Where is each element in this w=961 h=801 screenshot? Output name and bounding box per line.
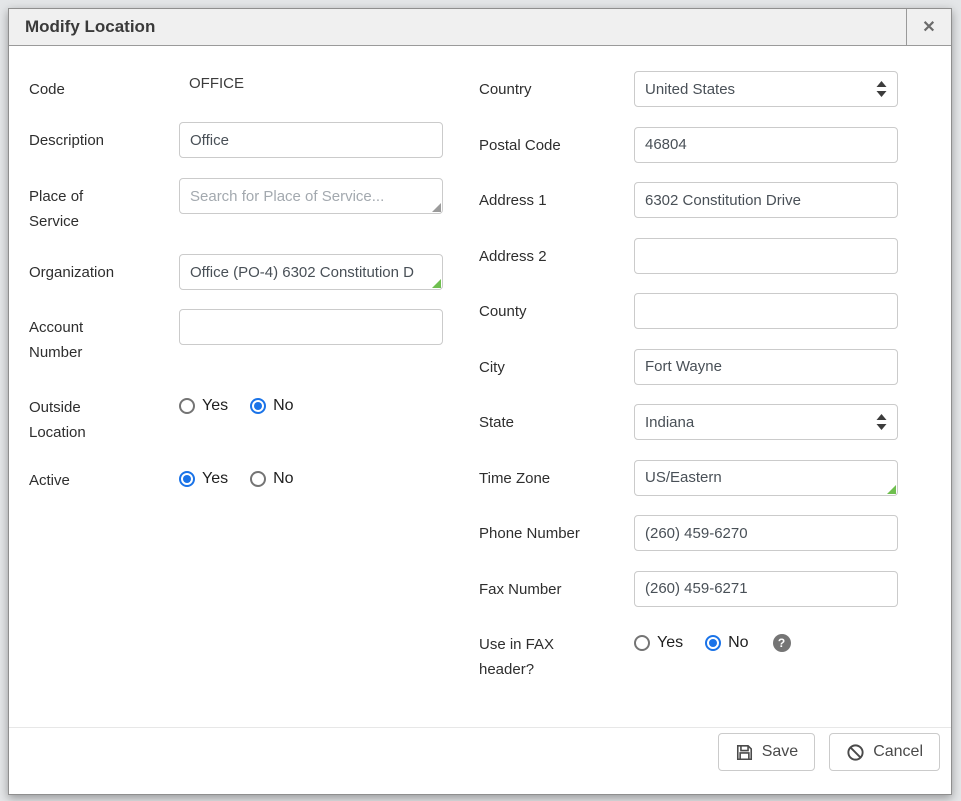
dialog-footer: Save Cancel	[9, 727, 951, 794]
radio-icon	[250, 398, 266, 414]
city-label: City	[479, 349, 634, 380]
use-in-fax-header-radio-group: Yes No ?	[634, 626, 898, 652]
postal-code-label: Postal Code	[479, 127, 634, 158]
save-button[interactable]: Save	[718, 733, 815, 771]
active-label: Active	[29, 462, 179, 493]
description-label: Description	[29, 122, 179, 153]
fax-number-input[interactable]	[634, 571, 898, 607]
outside-location-label: Outside Location	[29, 389, 179, 445]
description-input[interactable]	[179, 122, 443, 158]
county-input[interactable]	[634, 293, 898, 329]
organization-typeahead	[179, 254, 443, 290]
field-city: City	[479, 349, 929, 385]
address2-label: Address 2	[479, 238, 634, 269]
organization-label: Organization	[29, 254, 179, 285]
right-column: Country United States Postal Code Addres…	[479, 71, 929, 727]
outside-location-no-radio[interactable]: No	[250, 397, 293, 415]
radio-label: No	[728, 634, 748, 652]
radio-icon	[179, 471, 195, 487]
country-label: Country	[479, 71, 634, 102]
radio-label: Yes	[202, 470, 228, 488]
address1-input[interactable]	[634, 182, 898, 218]
field-state: State Indiana	[479, 404, 929, 440]
code-value: OFFICE	[179, 71, 443, 92]
outside-location-radio-group: Yes No	[179, 389, 443, 415]
field-country: Country United States	[479, 71, 929, 107]
updown-caret-icon	[876, 414, 887, 430]
radio-icon	[634, 635, 650, 651]
close-icon: ✕	[922, 17, 935, 37]
field-organization: Organization	[29, 254, 479, 290]
time-zone-label: Time Zone	[479, 460, 634, 491]
field-time-zone: Time Zone	[479, 460, 929, 496]
radio-icon	[250, 471, 266, 487]
field-fax-number: Fax Number	[479, 571, 929, 607]
account-number-input[interactable]	[179, 309, 443, 345]
radio-icon	[179, 398, 195, 414]
field-county: County	[479, 293, 929, 329]
active-no-radio[interactable]: No	[250, 470, 293, 488]
ban-icon	[846, 743, 865, 762]
field-account-number: Account Number	[29, 309, 479, 365]
country-selected-value: United States	[645, 81, 876, 98]
save-button-label: Save	[762, 743, 798, 761]
dialog-header: Modify Location ✕	[9, 9, 951, 46]
phone-number-input[interactable]	[634, 515, 898, 551]
left-column: Code OFFICE Description Place of Service…	[29, 71, 479, 727]
help-icon[interactable]: ?	[773, 634, 791, 652]
time-zone-input[interactable]	[634, 460, 898, 496]
use-in-fax-header-yes-radio[interactable]: Yes	[634, 634, 683, 652]
field-outside-location: Outside Location Yes No	[29, 389, 479, 445]
address2-input[interactable]	[634, 238, 898, 274]
cancel-button-label: Cancel	[873, 743, 923, 761]
active-radio-group: Yes No	[179, 462, 443, 488]
save-icon	[735, 743, 754, 762]
place-of-service-label: Place of Service	[29, 178, 179, 234]
radio-label: No	[273, 470, 293, 488]
dialog-title: Modify Location	[9, 17, 155, 37]
state-label: State	[479, 404, 634, 435]
active-yes-radio[interactable]: Yes	[179, 470, 228, 488]
modify-location-dialog: Modify Location ✕ Code OFFICE Descriptio…	[8, 8, 952, 795]
phone-number-label: Phone Number	[479, 515, 634, 546]
field-code: Code OFFICE	[29, 71, 479, 102]
account-number-label: Account Number	[29, 309, 179, 365]
organization-input[interactable]	[179, 254, 443, 290]
state-select[interactable]: Indiana	[634, 404, 898, 440]
field-place-of-service: Place of Service	[29, 178, 479, 234]
radio-label: Yes	[657, 634, 683, 652]
outside-location-yes-radio[interactable]: Yes	[179, 397, 228, 415]
county-label: County	[479, 293, 634, 324]
field-active: Active Yes No	[29, 462, 479, 493]
field-address1: Address 1	[479, 182, 929, 218]
fax-number-label: Fax Number	[479, 571, 634, 602]
cancel-button[interactable]: Cancel	[829, 733, 940, 771]
field-description: Description	[29, 122, 479, 158]
place-of-service-typeahead	[179, 178, 443, 214]
radio-label: No	[273, 397, 293, 415]
address1-label: Address 1	[479, 182, 634, 213]
time-zone-typeahead	[634, 460, 898, 496]
state-selected-value: Indiana	[645, 414, 876, 431]
code-label: Code	[29, 71, 179, 102]
close-button[interactable]: ✕	[906, 9, 951, 45]
updown-caret-icon	[876, 81, 887, 97]
place-of-service-input[interactable]	[179, 178, 443, 214]
field-postal-code: Postal Code	[479, 127, 929, 163]
field-address2: Address 2	[479, 238, 929, 274]
field-phone-number: Phone Number	[479, 515, 929, 551]
use-in-fax-header-no-radio[interactable]: No	[705, 634, 748, 652]
postal-code-input[interactable]	[634, 127, 898, 163]
radio-label: Yes	[202, 397, 228, 415]
use-in-fax-header-label: Use in FAX header?	[479, 626, 634, 682]
radio-icon	[705, 635, 721, 651]
help-glyph: ?	[778, 636, 785, 650]
dialog-body: Code OFFICE Description Place of Service…	[9, 46, 951, 727]
city-input[interactable]	[634, 349, 898, 385]
field-use-in-fax-header: Use in FAX header? Yes No ?	[479, 626, 929, 682]
country-select[interactable]: United States	[634, 71, 898, 107]
